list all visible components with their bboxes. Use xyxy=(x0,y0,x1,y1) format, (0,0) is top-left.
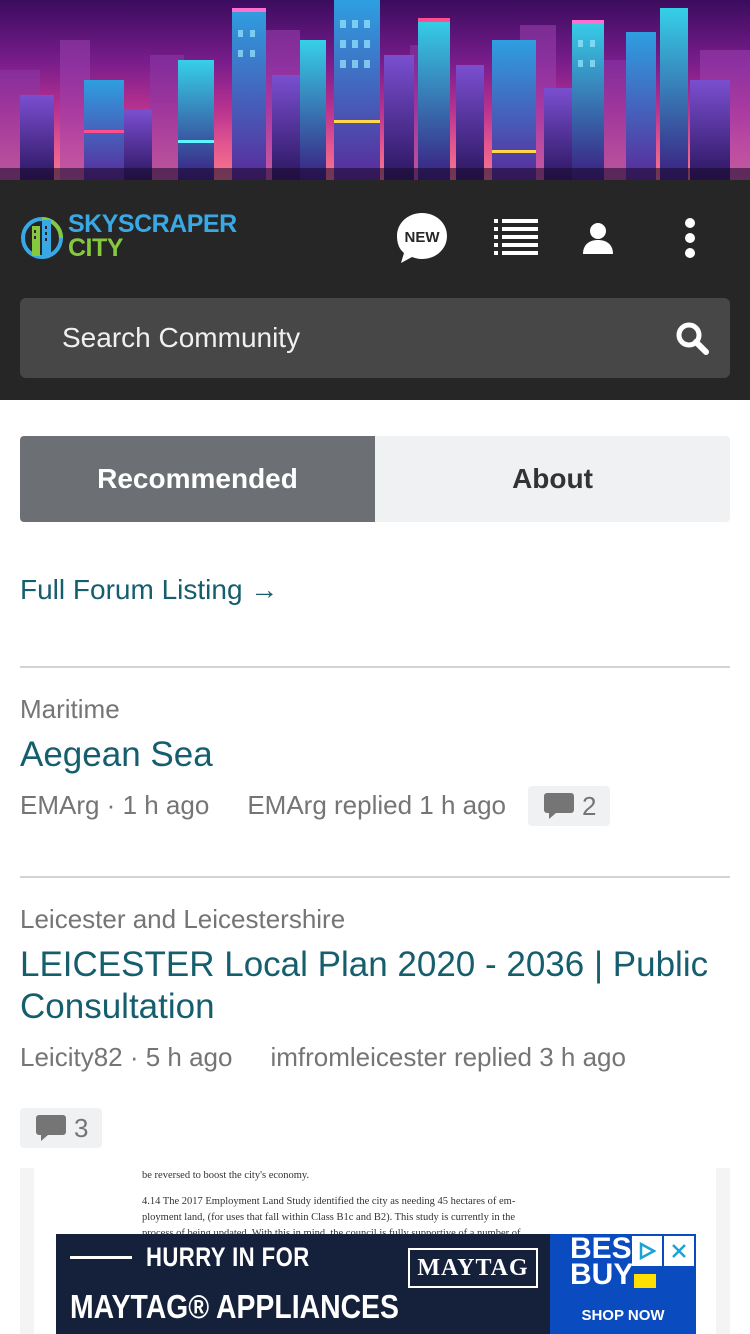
ad-cta-button[interactable]: SHOP NOW xyxy=(550,1307,696,1324)
preview-line: 4.14 The 2017 Employment Land Study iden… xyxy=(142,1196,516,1207)
thread-title[interactable]: Aegean Sea xyxy=(20,734,730,776)
thread-forum-name[interactable]: Leicester and Leicestershire xyxy=(20,904,345,935)
thread-meta: Leicity82 · 5 h ago imfromleicester repli… xyxy=(20,1042,626,1073)
forum-list-button[interactable] xyxy=(488,210,544,266)
thread-last-reply: imfromleicester replied 3 h ago xyxy=(270,1042,626,1072)
new-posts-button[interactable]: NEW xyxy=(394,210,450,266)
site-logo[interactable]: SKYSCRAPER CITY xyxy=(20,212,237,264)
ad-dash xyxy=(70,1256,132,1259)
comment-icon xyxy=(36,1115,66,1141)
thread-author-time: Leicity82 · 5 h ago xyxy=(20,1042,233,1072)
user-icon xyxy=(583,223,613,254)
reply-count-badge: 2 xyxy=(528,786,611,826)
more-menu-button[interactable] xyxy=(662,210,718,266)
reply-count: 3 xyxy=(74,1112,89,1143)
logo-wordmark: SKYSCRAPER CITY xyxy=(68,212,237,261)
divider xyxy=(20,876,730,878)
account-button[interactable] xyxy=(570,210,626,266)
ad-headline: HURRY IN FOR xyxy=(146,1242,310,1272)
thread-author-time: EMArg · 1 h ago xyxy=(20,790,210,820)
skyscraper-logo-icon xyxy=(21,217,63,259)
city-skyline-illustration xyxy=(0,0,750,180)
hero-banner xyxy=(0,0,750,180)
store-tag-icon xyxy=(634,1274,656,1288)
thread-forum-name[interactable]: Maritime xyxy=(20,694,120,725)
list-icon xyxy=(494,219,538,255)
new-badge-text: NEW xyxy=(405,229,441,246)
comment-icon xyxy=(544,793,574,819)
preview-line: ployment land, (for uses that fall withi… xyxy=(142,1212,516,1223)
ad-brand-logo: MAYTAG xyxy=(408,1248,538,1288)
thread-last-reply: EMArg replied 1 h ago xyxy=(247,790,507,820)
search-bar xyxy=(20,298,730,378)
adchoices-icon[interactable] xyxy=(632,1236,662,1266)
new-badge-icon: NEW xyxy=(397,213,447,263)
full-forum-listing-link[interactable]: Full Forum Listing → xyxy=(20,574,278,606)
thread-meta: EMArg · 1 h ago EMArg replied 1 h ago xyxy=(20,790,506,821)
tab-recommended[interactable]: Recommended xyxy=(20,436,375,522)
thread-title[interactable]: LEICESTER Local Plan 2020 - 2036 | Publi… xyxy=(20,944,730,1028)
preview-line: be reversed to boost the city's economy. xyxy=(142,1170,310,1181)
advertisement-banner[interactable]: HURRY IN FOR MAYTAG MAYTAG® APPLIANCES B… xyxy=(56,1234,696,1334)
search-input[interactable] xyxy=(62,298,642,378)
tab-about[interactable]: About xyxy=(375,436,730,522)
logo-line-2: CITY xyxy=(68,234,123,262)
vertical-dots-icon xyxy=(685,218,695,258)
reply-count-badge: 3 xyxy=(20,1108,103,1148)
ad-headline-row: HURRY IN FOR xyxy=(70,1242,346,1273)
ad-subheadline: MAYTAG® APPLIANCES xyxy=(70,1288,399,1325)
divider xyxy=(20,666,730,668)
ad-close-icon[interactable] xyxy=(664,1236,694,1266)
search-icon[interactable] xyxy=(674,320,710,356)
content-tabs: Recommended About xyxy=(20,436,730,522)
reply-count: 2 xyxy=(582,790,597,821)
